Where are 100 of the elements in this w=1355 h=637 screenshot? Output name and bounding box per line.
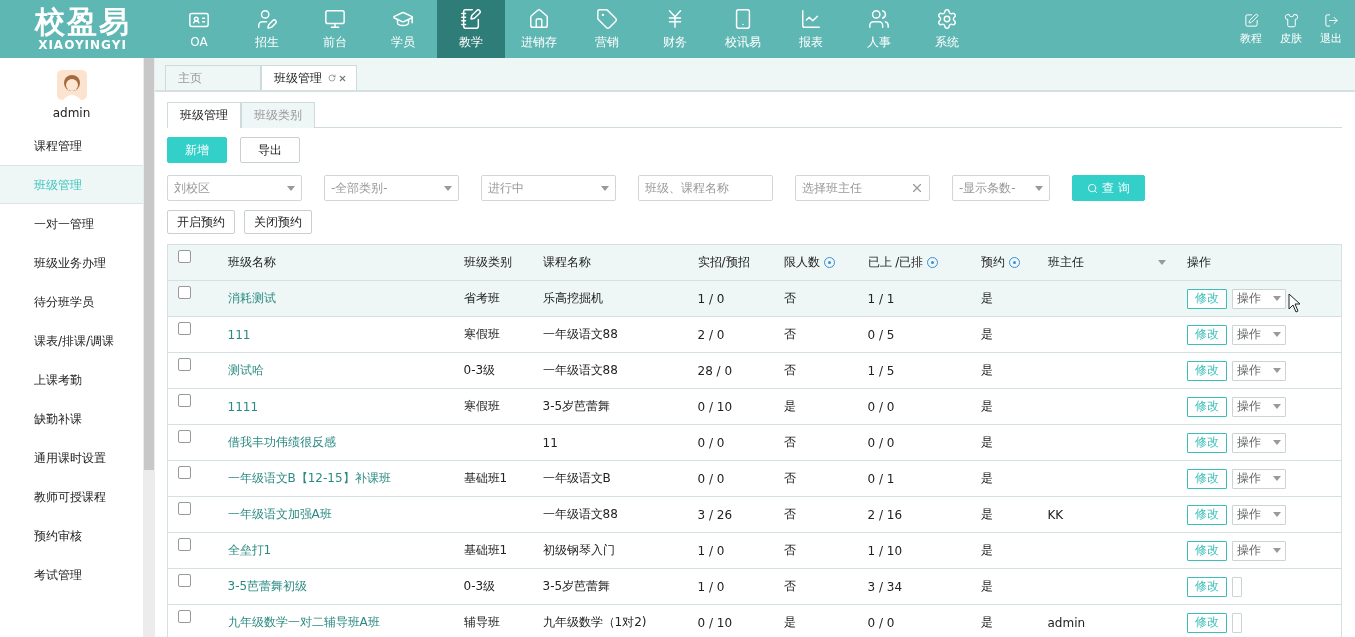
sidebar-item[interactable]: 课表/排课/调课 — [0, 321, 143, 360]
sub-tab[interactable]: 班级类别 — [241, 102, 315, 128]
edit-button[interactable]: 修改 — [1186, 360, 1227, 381]
column-header: 班主任 — [1047, 254, 1166, 271]
action-dropdown[interactable]: 操作 — [1231, 504, 1286, 525]
action-dropdown[interactable]: 操作 — [1231, 432, 1286, 453]
search-field[interactable]: 班级、课程名称 — [638, 175, 773, 201]
sidebar-item[interactable]: 通用课时设置 — [0, 438, 143, 477]
nav-item[interactable]: 进销存 — [505, 0, 573, 58]
nav-item[interactable]: 人事 — [845, 0, 913, 58]
booking-button[interactable]: 关闭预约 — [244, 210, 312, 234]
checkbox[interactable] — [178, 429, 191, 443]
edit-button[interactable]: 修改 — [1186, 540, 1227, 561]
page-tab[interactable]: 班级管理 — [261, 65, 357, 90]
edit-button[interactable]: 修改 — [1186, 288, 1227, 309]
checkbox[interactable] — [178, 249, 191, 263]
select-field[interactable]: 进行中 — [481, 175, 616, 201]
nav-item[interactable]: 校讯易 — [709, 0, 777, 58]
nav-item[interactable]: 财务 — [641, 0, 709, 58]
class-link[interactable]: 消耗测试 — [227, 291, 276, 305]
sidebar-item[interactable]: 课程管理 — [0, 126, 143, 165]
page-tab[interactable]: 主页 — [165, 65, 261, 90]
sidebar-item[interactable]: 班级业务办理 — [0, 243, 143, 282]
class-link[interactable]: 一年级语文B【12-15】补课班 — [227, 471, 391, 485]
nav-item[interactable]: 报表 — [777, 0, 845, 58]
nav-item[interactable]: 教学 — [437, 0, 505, 58]
sidebar-item[interactable]: 缺勤补课 — [0, 399, 143, 438]
checkbox[interactable] — [178, 321, 191, 335]
edit-button[interactable]: 修改 — [1186, 396, 1227, 417]
action-dropdown[interactable]: 操作 — [1231, 360, 1286, 381]
class-link[interactable]: 一年级语文加强A班 — [227, 507, 332, 521]
user-name: admin — [52, 106, 91, 120]
checkbox[interactable] — [178, 285, 191, 299]
booking-button[interactable]: 开启预约 — [167, 210, 235, 234]
top-action[interactable]: 皮肤 — [1271, 0, 1311, 58]
select-field[interactable]: 刘校区 — [167, 175, 302, 201]
nav-item[interactable]: 学员 — [369, 0, 437, 58]
nav-item[interactable]: 前台 — [301, 0, 369, 58]
action-dropdown[interactable]: 操作 — [1231, 288, 1286, 309]
action-label: 皮肤 — [1280, 30, 1302, 46]
checkbox[interactable] — [178, 609, 191, 623]
export-button[interactable]: 导出 — [240, 137, 300, 163]
sidebar-item[interactable]: 教师可授课程 — [0, 477, 143, 516]
refresh-icon[interactable] — [328, 73, 336, 82]
class-link[interactable]: 111 — [227, 327, 251, 342]
nav-icon — [256, 7, 278, 30]
checkbox[interactable] — [178, 573, 191, 587]
edit-button[interactable]: 修改 — [1186, 324, 1227, 345]
caret-icon — [1272, 404, 1281, 409]
action-dropdown[interactable] — [1231, 576, 1242, 597]
caret-icon — [287, 185, 295, 191]
nav-icon — [936, 7, 958, 30]
table-cell: 辅导班 — [463, 615, 500, 629]
sidebar-item[interactable]: 一对一管理 — [0, 204, 143, 243]
edit-button[interactable]: 修改 — [1186, 612, 1227, 633]
class-link[interactable]: 1111 — [227, 399, 259, 414]
nav-item[interactable]: 系统 — [913, 0, 981, 58]
action-dropdown[interactable] — [1231, 612, 1242, 633]
sidebar-item[interactable]: 上课考勤 — [0, 360, 143, 399]
table-cell: 一年级语文B — [542, 471, 611, 485]
nav-item[interactable]: 招生 — [233, 0, 301, 58]
table-cell: 28 / 0 — [697, 363, 733, 378]
edit-button[interactable]: 修改 — [1186, 576, 1227, 597]
action-dropdown[interactable]: 操作 — [1231, 468, 1286, 489]
sidebar-item[interactable]: 预约审核 — [0, 516, 143, 555]
select-field[interactable]: -全部类别- — [324, 175, 459, 201]
table-cell: 否 — [783, 291, 796, 305]
checkbox[interactable] — [178, 357, 191, 371]
action-dropdown[interactable]: 操作 — [1231, 324, 1286, 345]
class-link[interactable]: 九年级数学一对二辅导班A班 — [227, 615, 380, 629]
nav-item[interactable]: OA — [165, 0, 233, 58]
clear-icon[interactable] — [910, 181, 924, 195]
table-cell: 是 — [783, 615, 796, 629]
nav-item[interactable]: 营销 — [573, 0, 641, 58]
checkbox[interactable] — [178, 465, 191, 479]
action-dropdown[interactable]: 操作 — [1231, 396, 1286, 417]
sidebar-item[interactable]: 待分班学员 — [0, 282, 143, 321]
select-field[interactable]: -显示条数- — [952, 175, 1050, 201]
class-link[interactable]: 3-5芭蕾舞初级 — [227, 579, 308, 593]
teacher-field[interactable]: 选择班主任 — [795, 175, 930, 201]
action-dropdown[interactable]: 操作 — [1231, 540, 1286, 561]
table-cell: 否 — [783, 363, 796, 377]
sub-tab[interactable]: 班级管理 — [167, 102, 241, 128]
checkbox[interactable] — [178, 537, 191, 551]
table-cell: 3 / 26 — [697, 507, 733, 522]
top-action[interactable]: 退出 — [1311, 0, 1351, 58]
class-link[interactable]: 全垒打1 — [227, 543, 272, 557]
checkbox[interactable] — [178, 393, 191, 407]
checkbox[interactable] — [178, 501, 191, 515]
class-link[interactable]: 借我丰功伟绩很反感 — [227, 435, 336, 449]
table-cell: 0 / 0 — [697, 435, 725, 450]
sort-icon[interactable] — [1157, 260, 1166, 265]
scrollbar[interactable] — [143, 58, 155, 637]
close-icon[interactable] — [338, 73, 347, 83]
top-action[interactable]: 教程 — [1231, 0, 1271, 58]
edit-button[interactable]: 修改 — [1186, 432, 1227, 453]
sidebar-item[interactable]: 考试管理 — [0, 555, 143, 594]
edit-button[interactable]: 修改 — [1186, 504, 1227, 525]
class-link[interactable]: 测试哈 — [227, 363, 264, 377]
edit-button[interactable]: 修改 — [1186, 468, 1227, 489]
